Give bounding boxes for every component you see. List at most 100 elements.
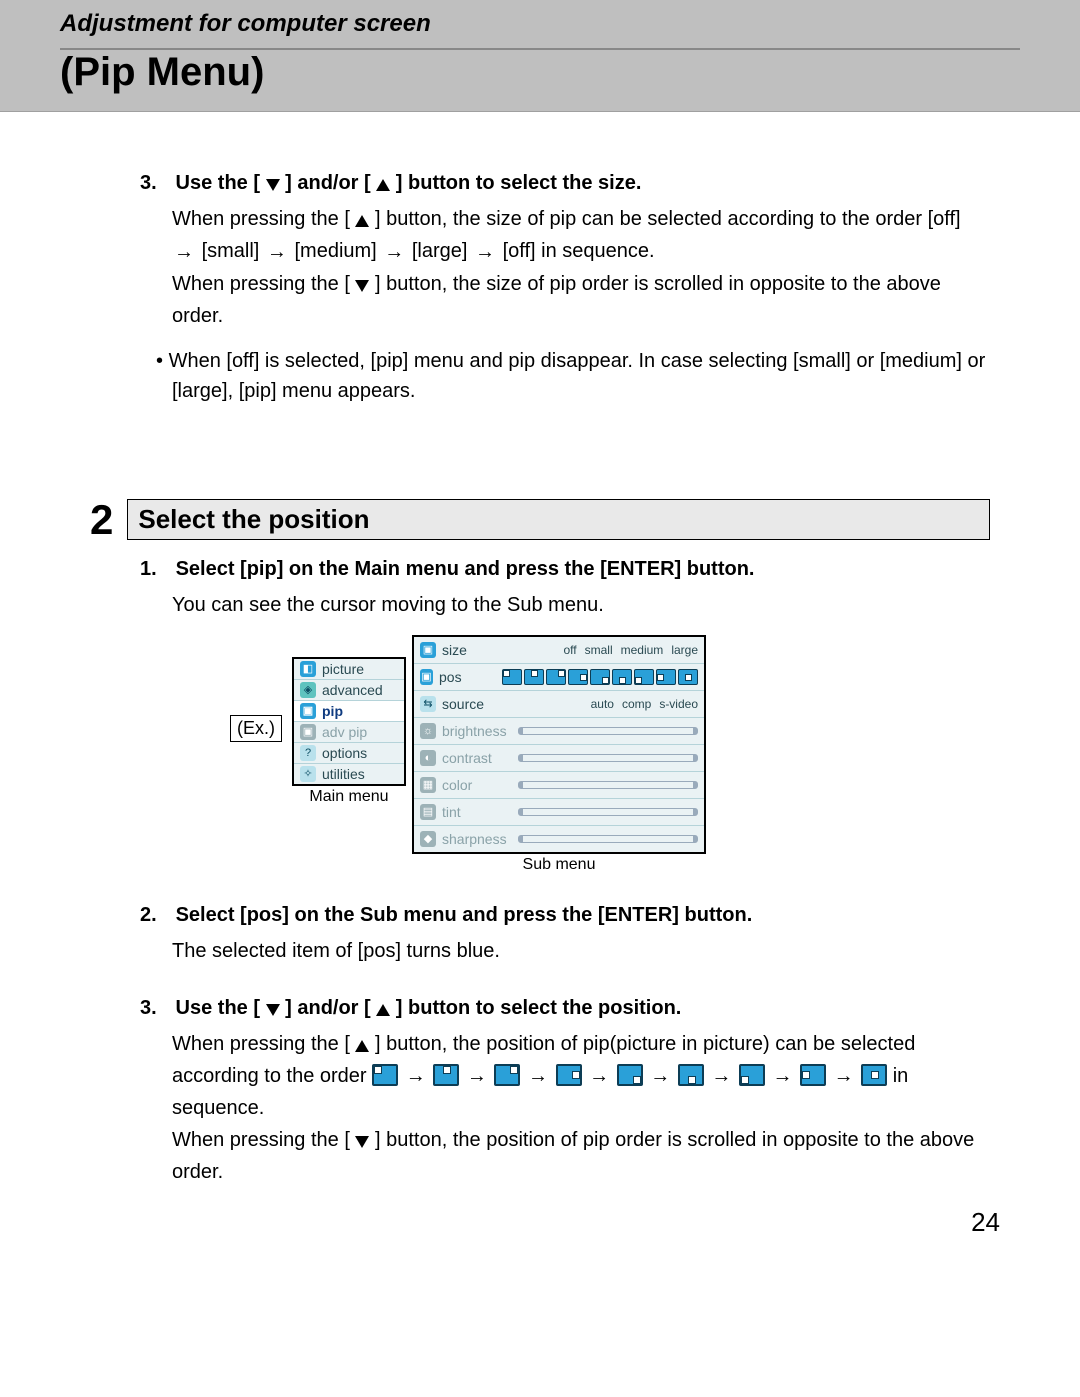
- mm-advanced: ◈ advanced: [294, 680, 404, 701]
- arrow-right-icon: →: [526, 1060, 550, 1092]
- pos-option-icon: [502, 669, 522, 685]
- triangle-up-icon: [355, 215, 369, 227]
- step-3-size-heading: 3. Use the [ ] and/or [ ] button to sele…: [140, 172, 990, 195]
- sm-label: contrast: [442, 750, 512, 766]
- step-1-body: You can see the cursor moving to the Sub…: [172, 589, 990, 621]
- size-icon: ▣: [420, 642, 436, 658]
- example-osd: (Ex.) ◧ picture ◈ advanced ▣ pip ▣adv pip ?…: [230, 635, 990, 874]
- mm-label: pip: [322, 703, 343, 719]
- opt: auto: [591, 697, 614, 711]
- arrow-right-icon: →: [832, 1060, 856, 1092]
- pos-option-icon: [568, 669, 588, 685]
- pip-icon: ▣: [300, 703, 316, 719]
- text-fragment: [small]: [202, 240, 260, 262]
- opt: s-video: [659, 697, 698, 711]
- text-fragment: [off] in sequence.: [503, 240, 655, 262]
- step-2-body: The selected item of [pos] turns blue.: [172, 935, 990, 967]
- sharpness-icon: ◆: [420, 831, 436, 847]
- slider-icon: [518, 808, 698, 816]
- color-icon: ▦: [420, 777, 436, 793]
- picture-icon: ◧: [300, 661, 316, 677]
- step-number: 3.: [140, 172, 170, 195]
- section-title: Adjustment for computer screen: [60, 0, 1020, 48]
- pos-options: [502, 669, 698, 685]
- arrow-right-icon: →: [587, 1060, 611, 1092]
- example-label: (Ex.): [230, 715, 282, 742]
- arrow-right-icon: →: [265, 236, 289, 268]
- sm-label: source: [442, 696, 512, 712]
- text-fragment: When pressing the [: [172, 208, 350, 230]
- main-menu-caption: Main menu: [292, 788, 406, 806]
- pip-pos-icon: [617, 1064, 643, 1086]
- big-step-number: 2: [90, 496, 113, 544]
- step-3-size-bullet: • When [off] is selected, [pip] menu and…: [172, 346, 990, 406]
- pip-pos-icon: [678, 1064, 704, 1086]
- opt: medium: [621, 643, 664, 657]
- sm-label: size: [442, 642, 512, 658]
- pos-option-icon: [612, 669, 632, 685]
- opt: off: [563, 643, 576, 657]
- step-lead-text: Select [pos] on the Sub menu and press t…: [176, 904, 753, 926]
- pos-option-icon: [634, 669, 654, 685]
- mm-label: picture: [322, 661, 364, 677]
- mm-label: advanced: [322, 682, 383, 698]
- triangle-up-icon: [376, 1004, 390, 1016]
- pos-option-icon: [524, 669, 544, 685]
- text-fragment: ] button, the size of pip can be selecte…: [375, 208, 961, 230]
- step-2-heading: 2. Select [pos] on the Sub menu and pres…: [140, 904, 990, 927]
- mm-options: ?options: [294, 743, 404, 764]
- sm-label: brightness: [442, 723, 512, 739]
- big-step-title: Select the position: [127, 499, 990, 540]
- step-number: 3.: [140, 997, 170, 1020]
- triangle-down-icon: [266, 179, 280, 191]
- triangle-up-icon: [376, 179, 390, 191]
- contrast-icon: ◐: [420, 750, 436, 766]
- slider-icon: [518, 781, 698, 789]
- step-1-heading: 1. Select [pip] on the Main menu and pre…: [140, 558, 990, 581]
- pip-pos-icon: [494, 1064, 520, 1086]
- sm-tint: ▤tint: [414, 799, 704, 826]
- sm-sharpness: ◆ sharpness: [414, 826, 704, 852]
- opt: small: [585, 643, 613, 657]
- sm-label: sharpness: [442, 831, 512, 847]
- tint-icon: ▤: [420, 804, 436, 820]
- text-fragment: [medium]: [294, 240, 376, 262]
- text-fragment: When pressing the [: [172, 1033, 350, 1055]
- arrow-right-icon: →: [382, 236, 406, 268]
- advanced-icon: ◈: [300, 682, 316, 698]
- mm-utilities: ✧utilities: [294, 764, 404, 784]
- source-icon: ⇆: [420, 696, 436, 712]
- bullet-text: When [off] is selected, [pip] menu and p…: [169, 350, 986, 402]
- mm-pip: ▣ pip: [294, 701, 404, 722]
- sm-contrast: ◐ contrast: [414, 745, 704, 772]
- arrow-right-icon: →: [770, 1060, 794, 1092]
- step-number: 2.: [140, 904, 170, 927]
- sm-size: ▣ size off small medium large: [414, 637, 704, 664]
- opt: comp: [622, 697, 651, 711]
- arrow-right-icon: →: [172, 236, 196, 268]
- step-3-size-body: When pressing the [ ] button, the size o…: [172, 203, 990, 332]
- page-number: 24: [971, 1207, 1000, 1238]
- pip-pos-icon: [861, 1064, 887, 1086]
- arrow-right-icon: →: [473, 236, 497, 268]
- pos-option-icon: [590, 669, 610, 685]
- triangle-up-icon: [355, 1040, 369, 1052]
- text-fragment: [large]: [412, 240, 468, 262]
- arrow-right-icon: →: [404, 1060, 428, 1092]
- main-menu-panel: ◧ picture ◈ advanced ▣ pip ▣adv pip ?option…: [292, 657, 406, 786]
- step-3-pos-heading: 3. Use the [ ] and/or [ ] button to sele…: [140, 997, 990, 1020]
- header-band: Adjustment for computer screen (Pip Menu…: [0, 0, 1080, 112]
- pip-pos-icon: [372, 1064, 398, 1086]
- mm-adv-pip: ▣adv pip: [294, 722, 404, 743]
- big-step-2: 2 Select the position: [90, 496, 990, 544]
- sub-menu-panel: ▣ size off small medium large ▣ pos: [412, 635, 706, 854]
- main-menu-column: ◧ picture ◈ advanced ▣ pip ▣adv pip ?option…: [292, 635, 406, 874]
- sub-menu-caption: Sub menu: [412, 856, 706, 874]
- opt: large: [671, 643, 698, 657]
- utilities-icon: ✧: [300, 766, 316, 782]
- mm-picture: ◧ picture: [294, 659, 404, 680]
- step-lead-text: Select [pip] on the Main menu and press …: [176, 558, 755, 580]
- sm-brightness: ☼brightness: [414, 718, 704, 745]
- sm-color: ▦color: [414, 772, 704, 799]
- pip-pos-icon: [800, 1064, 826, 1086]
